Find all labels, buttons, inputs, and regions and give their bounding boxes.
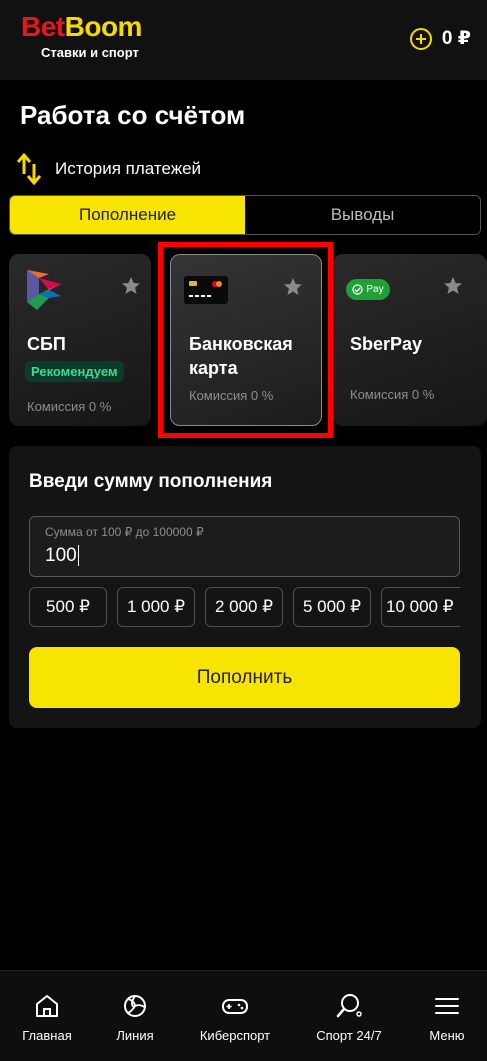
preset-amount-button[interactable]: 2 000 ₽ (205, 587, 283, 627)
page-title: Работа со счётом (20, 100, 246, 130)
volleyball-icon (124, 995, 146, 1017)
nav-label: Меню (429, 1028, 465, 1043)
amount-title: Введи сумму пополнения (29, 471, 273, 492)
ping-pong-icon (336, 994, 362, 1018)
swap-arrows-icon (17, 152, 41, 186)
home-icon (36, 995, 58, 1017)
nav-label: Спорт 24/7 (316, 1028, 382, 1043)
sbp-logo-icon (27, 270, 61, 310)
logo-subtitle: Ставки и спорт (41, 45, 139, 60)
balance-widget[interactable]: 0 ₽ (409, 27, 471, 50)
deposit-amount-panel: Введи сумму пополнения Сумма от 100 ₽ до… (9, 446, 481, 728)
logo-bet-text: Bet (21, 11, 65, 42)
nav-item-home[interactable]: Главная (18, 971, 76, 1061)
tab-deposit[interactable]: Пополнение (10, 196, 245, 234)
amount-input-value: 100 (45, 545, 77, 566)
payment-history-link[interactable]: История платежей (17, 152, 201, 186)
method-commission: Комиссия 0 % (350, 387, 435, 402)
favorite-star-icon[interactable] (443, 276, 463, 296)
text-caret (77, 545, 80, 567)
payment-method-sberpay[interactable]: Pay SberPay Комиссия 0 % (333, 254, 487, 426)
nav-item-line[interactable]: Линия (106, 971, 164, 1061)
method-name: СБП (27, 334, 66, 354)
preset-amount-button[interactable]: 5 000 ₽ (293, 587, 371, 627)
amount-input[interactable]: Сумма от 100 ₽ до 100000 ₽ 100 (29, 516, 460, 577)
nav-item-menu[interactable]: Меню (420, 971, 474, 1061)
preset-amount-button[interactable]: 10 000 ₽ (381, 587, 460, 627)
tab-withdraw[interactable]: Выводы (245, 196, 480, 234)
logo-boom-text: Boom (64, 11, 143, 42)
preset-amount-button[interactable]: 1 000 ₽ (117, 587, 195, 627)
nav-label: Киберспорт (199, 1028, 271, 1043)
method-commission: Комиссия 0 % (27, 399, 112, 414)
amount-input-hint: Сумма от 100 ₽ до 100000 ₽ (45, 525, 204, 539)
check-circle-icon (352, 284, 364, 295)
betboom-logo[interactable]: BetBoom Ставки и спорт (21, 11, 143, 61)
sberpay-logo-icon: Pay (346, 279, 390, 300)
favorite-star-icon[interactable] (121, 276, 141, 296)
nav-label: Линия (116, 1028, 154, 1043)
balance-value: 0 ₽ (441, 28, 471, 49)
nav-item-sport-24-7[interactable]: Спорт 24/7 (306, 971, 392, 1061)
plus-circle-icon[interactable] (409, 27, 432, 50)
selection-highlight-frame (158, 242, 333, 438)
nav-label: Главная (22, 1028, 72, 1043)
app-header: BetBoom Ставки и спорт 0 ₽ (0, 0, 487, 80)
gamepad-icon (222, 999, 248, 1014)
deposit-submit-button[interactable]: Пополнить (29, 647, 460, 708)
payment-method-sbp[interactable]: СБП Рекомендуем Комиссия 0 % (9, 254, 151, 426)
menu-icon (435, 998, 459, 1014)
nav-item-esports[interactable]: Киберспорт (190, 971, 280, 1061)
method-name: SberPay (350, 334, 423, 354)
deposit-withdraw-tabs: Пополнение Выводы (9, 195, 481, 235)
amount-presets: 500 ₽ 1 000 ₽ 2 000 ₽ 5 000 ₽ 10 000 ₽ (29, 587, 460, 627)
preset-amount-button[interactable]: 500 ₽ (29, 587, 107, 627)
sberpay-logo-text: Pay (366, 284, 384, 295)
bottom-navigation: Главная Линия Киберспорт Спорт 24/7 Меню (0, 970, 487, 1061)
recommended-badge: Рекомендуем (25, 361, 124, 382)
payment-history-label: История платежей (55, 159, 202, 178)
